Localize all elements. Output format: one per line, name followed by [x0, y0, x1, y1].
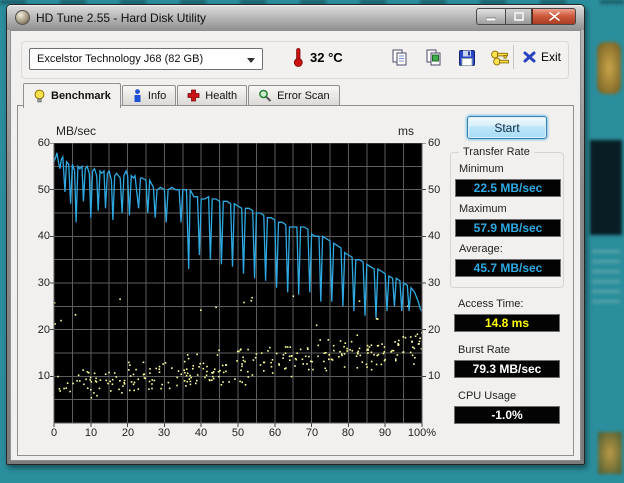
copy-text-button[interactable]	[389, 47, 411, 69]
maximize-button[interactable]	[505, 8, 532, 25]
drive-select-value: Excelstor Technology J68 (82 GB)	[37, 53, 204, 65]
tick-label: 90	[378, 427, 392, 439]
info-icon	[134, 89, 141, 102]
close-icon	[548, 12, 560, 21]
tick-label: 60	[37, 137, 50, 149]
exit-button[interactable]: Exit	[523, 47, 561, 67]
save-icon	[459, 50, 475, 66]
result-label: Access Time:	[458, 298, 524, 310]
left-axis-unit: MB/sec	[56, 124, 97, 138]
tick-label: 10	[37, 370, 50, 382]
grid-lines	[53, 143, 423, 424]
tab-health[interactable]: Health	[177, 85, 248, 105]
tab-label: Error Scan	[277, 89, 330, 102]
burst-rate-value: 79.3 MB/sec	[454, 360, 560, 378]
right-axis-unit: ms	[398, 124, 414, 138]
tick-label: 80	[341, 427, 355, 439]
drive-select-dropdown[interactable]: Excelstor Technology J68 (82 GB)	[29, 48, 263, 70]
tab-label: Benchmark	[51, 90, 111, 102]
tab-info[interactable]: Info	[121, 85, 177, 105]
tick-label: 30	[157, 427, 171, 439]
thermometer-icon	[293, 48, 303, 67]
benchmark-panel: MB/sec ms 10 10 20 20 30 30 40 40 50 50 60 60 0 10 20 3…	[17, 105, 574, 456]
chevron-down-icon	[247, 58, 255, 63]
desktop-artifact	[590, 140, 622, 235]
transfer-rate-group: Transfer Rate Minimum 22.5 MB/sec Maximu…	[450, 146, 564, 288]
options-keys-icon	[491, 50, 509, 66]
copy-image-icon	[426, 49, 441, 66]
group-title: Transfer Rate	[459, 146, 534, 158]
tick-label: 20	[121, 427, 135, 439]
app-window: HD Tune 2.55 - Hard Disk Utility Excelst…	[6, 4, 585, 465]
caption-buttons	[476, 8, 576, 25]
exit-label: Exit	[541, 50, 562, 64]
tab-benchmark[interactable]: Benchmark	[23, 83, 121, 108]
tick-label: 60	[268, 427, 282, 439]
temperature-indicator: 32 °C	[293, 45, 343, 69]
options-button[interactable]	[489, 47, 511, 69]
tick-label: 10	[84, 427, 98, 439]
copy-icon	[392, 49, 407, 66]
magnifier-icon	[259, 89, 272, 102]
tick-label: 100%	[407, 427, 437, 439]
start-button[interactable]: Start	[467, 116, 547, 139]
minimum-value: 22.5 MB/sec	[455, 179, 561, 197]
tick-label: 0	[50, 427, 58, 439]
desktop-artifact	[592, 250, 620, 310]
result-label: Average:	[459, 243, 503, 255]
tab-label: Info	[147, 89, 167, 102]
result-label: Minimum	[459, 163, 504, 175]
window-client-area: Excelstor Technology J68 (82 GB) 32 °C E…	[10, 30, 581, 461]
titlebar: HD Tune 2.55 - Hard Disk Utility	[7, 5, 584, 30]
tick-label: 40	[37, 230, 50, 242]
access-time-value: 14.8 ms	[454, 314, 560, 332]
result-label: Maximum	[459, 203, 507, 215]
result-label: CPU Usage	[458, 390, 517, 402]
extra-results: Access Time: 14.8 ms Burst Rate 79.3 MB/…	[450, 288, 564, 448]
desktop-artifact	[598, 432, 622, 474]
app-icon	[15, 10, 30, 25]
tick-label: 50	[37, 184, 50, 196]
chart-plot	[50, 143, 426, 427]
window-title: HD Tune 2.55 - Hard Disk Utility	[36, 10, 207, 25]
toolbar-separator	[513, 45, 514, 69]
close-button[interactable]	[532, 8, 576, 25]
tab-error-scan[interactable]: Error Scan	[248, 85, 340, 105]
desktop-artifact	[597, 42, 621, 94]
tick-label: 20	[37, 324, 50, 336]
temperature-value: 32 °C	[310, 49, 343, 65]
minimize-button[interactable]	[476, 8, 505, 25]
maximum-value: 57.9 MB/sec	[455, 219, 561, 237]
copy-image-button[interactable]	[423, 47, 445, 69]
tick-label: 50	[231, 427, 245, 439]
benchmark-bulb-icon	[34, 89, 45, 103]
tick-label: 40	[194, 427, 208, 439]
tick-label: 70	[305, 427, 319, 439]
cpu-usage-value: -1.0%	[454, 406, 560, 424]
health-cross-icon	[187, 89, 200, 102]
tick-label: 30	[37, 277, 50, 289]
save-button[interactable]	[456, 47, 478, 69]
exit-x-icon	[523, 51, 536, 63]
result-label: Burst Rate	[458, 344, 510, 356]
average-value: 45.7 MB/sec	[455, 259, 561, 277]
tab-label: Health	[205, 89, 238, 102]
tick-label: 60	[428, 137, 441, 149]
